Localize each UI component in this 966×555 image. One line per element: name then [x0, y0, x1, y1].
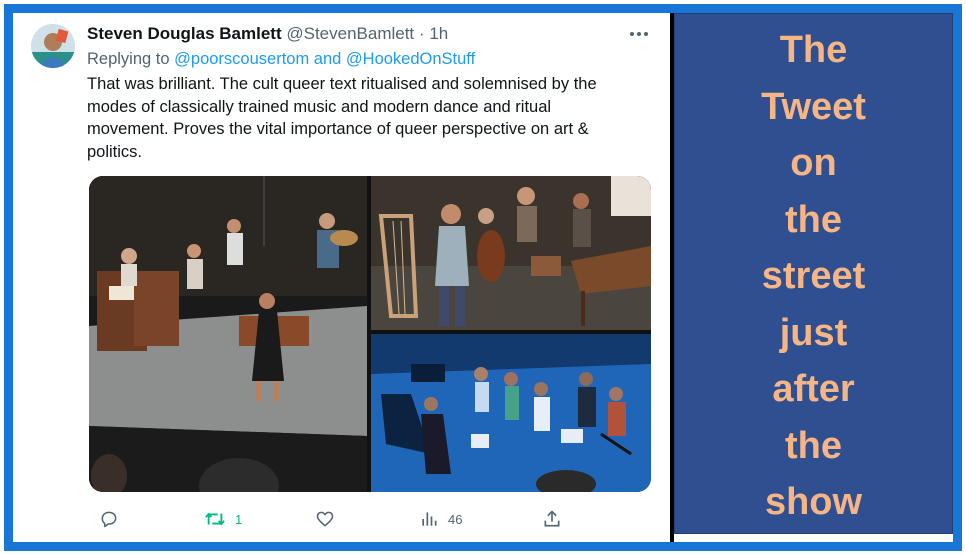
avatar[interactable]: [31, 24, 75, 68]
caption-line: after: [772, 368, 855, 410]
reply-button[interactable]: [99, 505, 128, 533]
tweet-action-bar: 1 46: [87, 505, 567, 533]
retweet-button[interactable]: 1: [204, 505, 242, 533]
more-horizontal-icon: [630, 32, 648, 36]
views-chart-icon: [422, 512, 437, 526]
tweet-card: Steven Douglas Bamlett @StevenBamlett · …: [13, 13, 670, 542]
retweet-count: 1: [235, 511, 243, 527]
caption-line: just: [779, 311, 848, 354]
tweet-text: That was brilliant. The cult queer text …: [87, 75, 597, 161]
caption-line: Tweet: [761, 85, 866, 128]
media-photo-2[interactable]: [371, 176, 651, 330]
caption-text: The Tweet on the street just after the s…: [675, 22, 952, 531]
share-button[interactable]: [542, 505, 571, 533]
stage-performance-photo: [89, 176, 367, 492]
author-handle[interactable]: @StevenBamlett: [286, 24, 414, 43]
reply-icon: [101, 511, 117, 528]
tweet-header: Steven Douglas Bamlett @StevenBamlett · …: [87, 23, 607, 45]
media-photo-3[interactable]: [371, 334, 651, 492]
header-separator: ·: [418, 24, 425, 43]
caption-line: on: [790, 142, 837, 184]
avatar-image: [31, 24, 75, 68]
caption-line: The: [779, 29, 848, 71]
replying-prefix: Replying to: [87, 50, 170, 68]
blue-stage-photo: [371, 334, 651, 492]
screenshot-frame: Steven Douglas Bamlett @StevenBamlett · …: [4, 4, 962, 551]
share-icon: [544, 510, 560, 527]
replying-to-line: Replying to @poorscousertom and @HookedO…: [87, 48, 475, 70]
tweet-time[interactable]: 1h: [429, 24, 448, 43]
dancers-harp-photo: [371, 176, 651, 330]
views-button[interactable]: 46: [419, 505, 462, 533]
heart-icon: [316, 511, 334, 527]
retweet-icon: [205, 512, 225, 526]
author-name[interactable]: Steven Douglas Bamlett: [87, 24, 282, 43]
views-count: 46: [448, 511, 463, 527]
media-photo-1[interactable]: [89, 176, 367, 492]
caption-panel: The Tweet on the street just after the s…: [674, 13, 953, 534]
caption-line: the: [785, 198, 842, 241]
tweet-media-grid: [89, 176, 651, 492]
more-options-button[interactable]: [626, 24, 652, 44]
caption-line: the: [785, 424, 842, 467]
caption-line: street: [761, 255, 866, 297]
caption-line: show: [764, 481, 863, 523]
replying-mentions[interactable]: @poorscousertom and @HookedOnStuff: [174, 50, 475, 68]
like-button[interactable]: [315, 505, 344, 533]
